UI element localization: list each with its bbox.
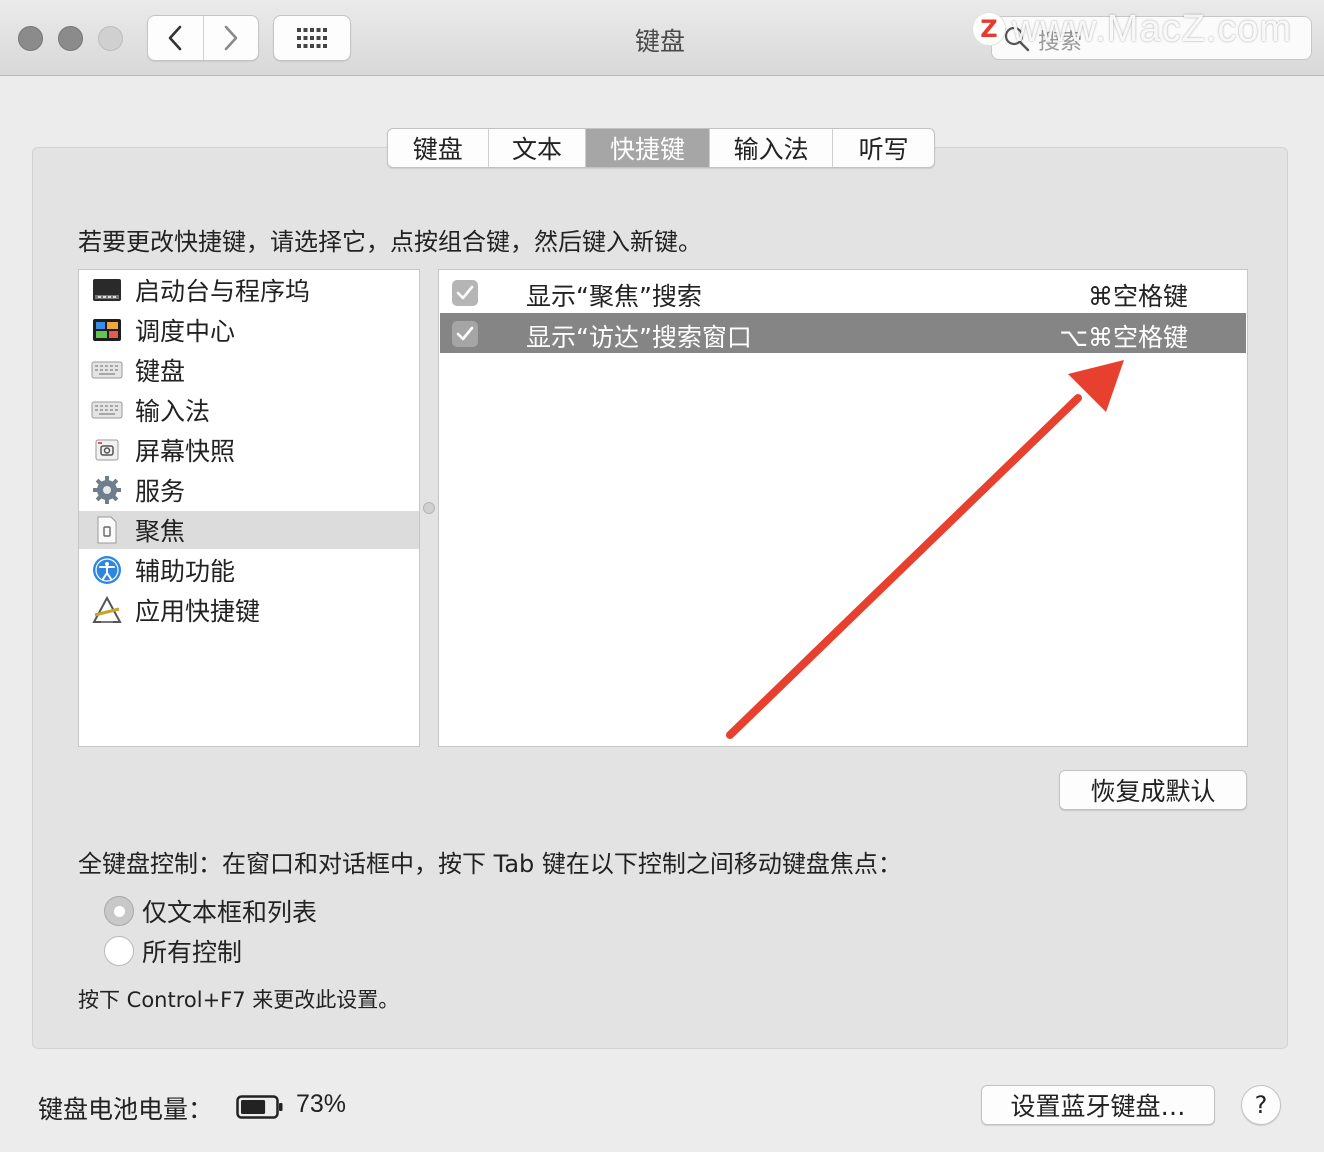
category-label: 键盘 [135,357,186,386]
tab-shortcuts[interactable]: 快捷键 [585,129,709,167]
window-title: 键盘 [634,27,685,56]
battery-label: 键盘电池电量： [38,1095,214,1124]
control-f7-hint: 按下 Control+F7 来更改此设置。 [78,988,400,1012]
spotlight-icon [91,514,123,546]
shortcut-row-spotlight-search[interactable]: 显示“聚焦”搜索 ⌘空格键 [440,272,1246,312]
shortcut-category-list: 启动台与程序坞 调度中心 键盘 输入法 屏幕快照 服务 聚焦 辅助功能 应用快捷… [78,269,420,747]
shortcut-list: 显示“聚焦”搜索 ⌘空格键 显示“访达”搜索窗口 ⌥⌘空格键 [438,269,1248,747]
grid-icon [297,28,327,48]
radio-text-boxes-lists[interactable]: 仅文本框和列表 [104,893,317,929]
category-mission-control[interactable]: 调度中心 [79,311,419,349]
screenshot-icon [91,434,123,466]
chevron-left-icon [168,25,182,51]
radio-button-selected[interactable] [104,896,134,926]
restore-defaults-button[interactable]: 恢复成默认 [1059,770,1247,810]
chevron-right-icon [224,25,238,51]
watermark-logo: Z [972,12,1006,46]
category-services[interactable]: 服务 [79,471,419,509]
gear-icon [91,474,123,506]
category-label: 辅助功能 [135,557,236,586]
shortcut-checkbox[interactable] [452,280,478,306]
category-app-shortcuts[interactable]: 应用快捷键 [79,591,419,629]
checkmark-icon [456,285,474,300]
category-label: 聚焦 [135,517,186,546]
shortcut-checkbox[interactable] [452,321,478,347]
tab-bar: 键盘 文本 快捷键 输入法 听写 [387,128,935,168]
tab-input-sources[interactable]: 输入法 [708,129,833,167]
zoom-window-button[interactable] [98,26,123,51]
battery-value: 73% [296,1090,347,1118]
dock-icon [91,274,123,306]
full-keyboard-access-label: 全键盘控制：在窗口和对话框中，按下 Tab 键在以下控制之间移动键盘焦点： [78,850,902,878]
category-input-sources[interactable]: 输入法 [79,391,419,429]
split-view-handle[interactable] [423,502,435,514]
category-screenshots[interactable]: 屏幕快照 [79,431,419,469]
battery-level-fill [241,1100,266,1114]
keyboard-icon [91,354,123,386]
radio-button[interactable] [104,936,134,966]
back-button[interactable] [148,16,203,60]
shortcut-keys: ⌥⌘空格键 [1059,323,1188,352]
mission-control-icon [91,314,123,346]
category-label: 输入法 [135,397,211,426]
shortcut-row-finder-search[interactable]: 显示“访达”搜索窗口 ⌥⌘空格键 [440,313,1246,353]
tab-text[interactable]: 文本 [487,129,586,167]
category-label: 屏幕快照 [135,437,236,466]
battery-icon [236,1095,283,1119]
radio-label: 所有控制 [142,938,243,967]
shortcut-label: 显示“访达”搜索窗口 [526,323,752,352]
category-accessibility[interactable]: 辅助功能 [79,551,419,589]
title-bar: 键盘 搜索 Z www.MacZ.com [0,0,1324,76]
accessibility-icon [91,554,123,586]
instruction-text: 若要更改快捷键，请选择它，点按组合键，然后键入新键。 [78,228,702,256]
keyboard-icon [91,394,123,426]
show-all-button[interactable] [273,15,351,61]
minimize-window-button[interactable] [58,26,83,51]
category-spotlight[interactable]: 聚焦 [79,511,419,549]
category-label: 调度中心 [135,317,236,346]
tab-keyboard[interactable]: 键盘 [388,129,488,167]
navigation-buttons [147,15,259,61]
radio-label: 仅文本框和列表 [142,898,318,927]
help-button[interactable]: ? [1241,1085,1281,1125]
app-shortcuts-icon [91,594,123,626]
category-label: 应用快捷键 [135,597,261,626]
category-label: 启动台与程序坞 [135,277,311,306]
watermark-text: www.MacZ.com [1012,8,1293,50]
shortcut-keys: ⌘空格键 [1087,282,1188,311]
tab-dictation[interactable]: 听写 [832,129,934,167]
category-keyboard[interactable]: 键盘 [79,351,419,389]
category-launchpad-dock[interactable]: 启动台与程序坞 [79,271,419,309]
checkmark-icon [456,326,474,341]
radio-all-controls[interactable]: 所有控制 [104,933,242,969]
forward-button[interactable] [202,16,259,60]
watermark: Z www.MacZ.com [972,6,1312,54]
shortcut-label: 显示“聚焦”搜索 [526,282,702,311]
set-up-bluetooth-keyboard-button[interactable]: 设置蓝牙键盘… [981,1085,1215,1125]
close-window-button[interactable] [18,26,43,51]
category-label: 服务 [135,477,186,506]
